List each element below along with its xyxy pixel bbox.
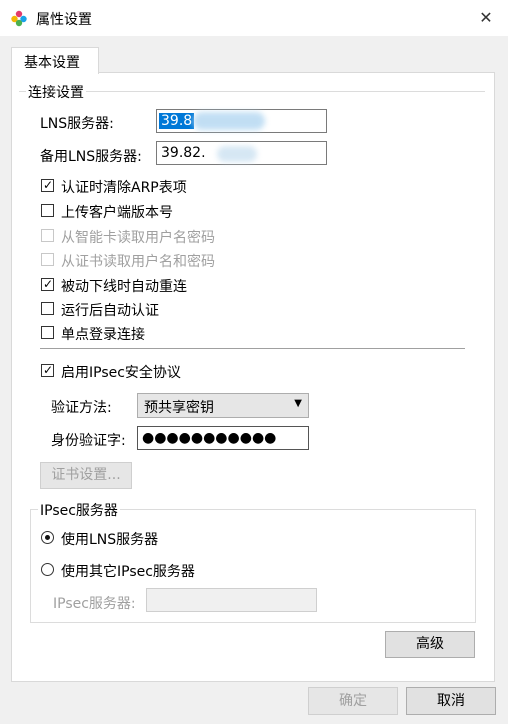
radio-button[interactable] [41,563,54,576]
ok-button[interactable]: 确定 [308,687,398,715]
ipsec-server-legend: IPsec服务器 [38,500,120,520]
tab-basic-settings[interactable]: 基本设置 [11,47,99,74]
cert-settings-label: 证书设置... [51,467,121,483]
backup-lns-server-value: 39.82. [161,145,206,161]
cert-settings-button[interactable]: 证书设置... [40,462,132,489]
radio-use-other-label: 使用其它IPsec服务器 [61,564,195,580]
auth-method-select[interactable]: 预共享密钥 ▼ [137,393,309,418]
tab-label: 基本设置 [24,55,80,71]
ipsec-server-label: IPsec服务器: [53,596,136,612]
dropdown-arrow-icon: ▼ [294,398,302,409]
option-label: 运行后自动认证 [61,303,159,319]
identity-key-input[interactable]: ●●●●●●●●●●● [137,426,309,450]
checkbox-box[interactable] [41,326,54,339]
radio-use-lns[interactable]: 使用LNS服务器 [40,529,240,548]
checkbox-box[interactable]: ✓ [41,363,54,377]
identity-key-label: 身份验证字: [51,433,126,449]
radio-button[interactable] [41,531,54,544]
radio-use-lns-label: 使用LNS服务器 [61,532,159,548]
checkmark-icon: ✓ [43,277,54,291]
checkbox-box [41,253,54,266]
lns-server-label: LNS服务器: [40,116,114,132]
checkmark-icon: ✓ [43,363,54,377]
backup-lns-server-input[interactable]: 39.82. [156,141,327,165]
checkbox-box[interactable] [41,302,54,315]
radio-use-other-ipsec[interactable]: 使用其它IPsec服务器 [40,561,260,580]
ipsec-enable-checkbox[interactable]: ✓ 启用IPsec安全协议 [40,362,240,381]
option-checkbox-4: 从证书读取用户名和密码 [40,251,280,270]
advanced-button[interactable]: 高级 [385,631,475,658]
option-label: 从证书读取用户名和密码 [61,254,215,270]
option-label: 单点登录连接 [61,327,145,343]
option-checkbox-5[interactable]: ✓ 被动下线时自动重连 [40,276,280,295]
auth-method-value: 预共享密钥 [144,400,214,416]
connection-settings-legend: 连接设置 [26,82,86,102]
identity-key-value: ●●●●●●●●●●● [142,430,277,446]
option-checkbox-2[interactable]: 上传客户端版本号 [40,202,280,221]
separator [40,348,465,349]
checkbox-box [41,229,54,242]
lns-server-value: 39.8 [159,113,195,129]
checkbox-box[interactable]: ✓ [41,178,54,192]
option-checkbox-6[interactable]: 运行后自动认证 [40,300,280,319]
advanced-label: 高级 [416,636,444,652]
cancel-button[interactable]: 取消 [406,687,496,715]
option-label: 从智能卡读取用户名密码 [61,230,215,246]
ok-label: 确定 [339,693,367,709]
ipsec-enable-label: 启用IPsec安全协议 [61,365,181,381]
auth-method-label: 验证方法: [51,400,112,416]
window-title: 属性设置 [36,12,92,28]
option-label: 认证时清除ARP表项 [61,180,187,196]
checkbox-box[interactable]: ✓ [41,277,54,291]
option-checkbox-1[interactable]: ✓ 认证时清除ARP表项 [40,177,280,196]
option-label: 被动下线时自动重连 [61,279,187,295]
option-checkbox-3: 从智能卡读取用户名密码 [40,227,280,246]
app-logo-icon [11,10,27,27]
lns-server-input[interactable]: 39.8 [156,109,327,133]
checkmark-icon: ✓ [43,178,54,192]
option-checkbox-7[interactable]: 单点登录连接 [40,324,280,343]
close-icon[interactable]: ✕ [474,6,498,30]
cancel-label: 取消 [437,693,465,709]
ipsec-server-input[interactable] [146,588,317,612]
backup-lns-server-label: 备用LNS服务器: [40,149,142,165]
option-label: 上传客户端版本号 [61,205,173,221]
radio-dot [45,535,50,540]
checkbox-box[interactable] [41,204,54,217]
